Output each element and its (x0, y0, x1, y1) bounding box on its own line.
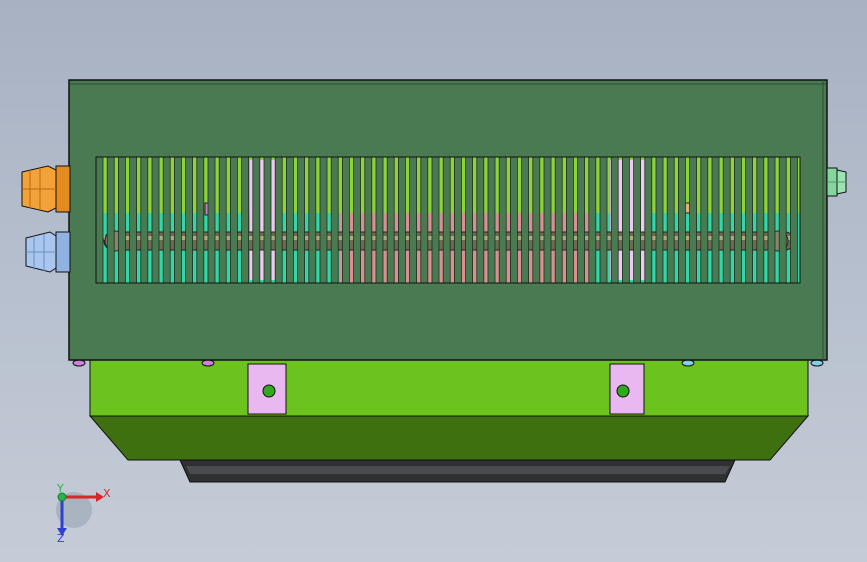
vent-slat (644, 156, 653, 284)
mount-hole (262, 384, 276, 398)
vent-slat (409, 156, 418, 284)
vent-slat (274, 156, 283, 284)
vent-slat (498, 156, 507, 284)
base-foot-band (186, 466, 730, 474)
mount-tab-left[interactable] (247, 363, 287, 415)
vent-slat (308, 156, 317, 284)
vent-slat (185, 156, 194, 284)
vent-slat (756, 156, 765, 284)
cable-gland-blue[interactable] (25, 231, 71, 273)
y-axis-label: Y (56, 482, 64, 495)
vent-slat (577, 156, 585, 284)
base-plate (89, 359, 809, 417)
vent-slat (633, 156, 641, 284)
vent-slat (711, 156, 720, 284)
vent-slat (655, 156, 664, 284)
vent-slat (734, 156, 742, 284)
vent-slat (678, 156, 686, 284)
vent-slat (330, 156, 339, 284)
vent-slat (566, 156, 574, 284)
vent-slat (297, 156, 306, 284)
vent-slat (790, 156, 798, 284)
vent-slat (218, 156, 227, 284)
model-view[interactable]: X Y Z (0, 0, 867, 562)
vent-slat (622, 156, 630, 284)
vent-slat (745, 156, 753, 284)
vent-slat (722, 156, 731, 284)
vent-slats (95, 156, 801, 284)
vent-slat (263, 156, 272, 284)
vent-slat (162, 156, 171, 284)
cad-viewport[interactable]: X Y Z (0, 0, 867, 562)
vent-slat (341, 156, 350, 284)
mount-tab-right[interactable] (609, 363, 645, 415)
vent-slat (543, 156, 552, 284)
vent-slat (487, 156, 496, 284)
vent-slat (431, 156, 440, 284)
vent-slat (666, 156, 675, 284)
mount-hole (616, 384, 630, 398)
base-chamfer (88, 415, 810, 461)
vent-slat (778, 156, 787, 284)
vent-slat (509, 156, 518, 284)
vent-slat (442, 156, 451, 284)
x-axis-label: X (103, 487, 111, 500)
vent-slat (588, 156, 597, 284)
vent-slat (196, 156, 205, 284)
vent-slat (689, 156, 697, 284)
vent-slat (610, 156, 619, 284)
vent-slat (397, 156, 406, 284)
vent-slat (700, 156, 709, 284)
axis-triad: X Y Z (56, 482, 111, 545)
vent-slat (173, 156, 182, 284)
vent-slat (140, 156, 149, 284)
vent-slat (285, 156, 294, 284)
cable-gland-green[interactable] (826, 167, 847, 197)
vent-slat (554, 156, 563, 284)
cable-gland-orange[interactable] (21, 165, 71, 213)
vent-slat (375, 156, 384, 284)
vent-slat (599, 156, 608, 284)
vent-slat (453, 156, 462, 284)
vent-slat (229, 156, 238, 284)
vent-slat (252, 156, 261, 284)
vent-slat (129, 156, 138, 284)
vent-slat (151, 156, 160, 284)
vent-slat (207, 156, 216, 284)
vent-slat (353, 156, 362, 284)
vent-slat (521, 156, 529, 284)
z-axis-label: Z (57, 532, 65, 545)
vent-slat (476, 156, 485, 284)
vent-slat (465, 156, 474, 284)
vent-slat (532, 156, 541, 284)
vent-slat (364, 156, 373, 284)
vent-slat (106, 156, 115, 284)
vent-slat (767, 156, 776, 284)
vent-slat (118, 156, 126, 284)
vent-slat (386, 156, 395, 284)
vent-slat (420, 156, 429, 284)
vent-slat (241, 156, 250, 284)
vent-slat (319, 156, 328, 284)
vent-slat (95, 156, 104, 284)
